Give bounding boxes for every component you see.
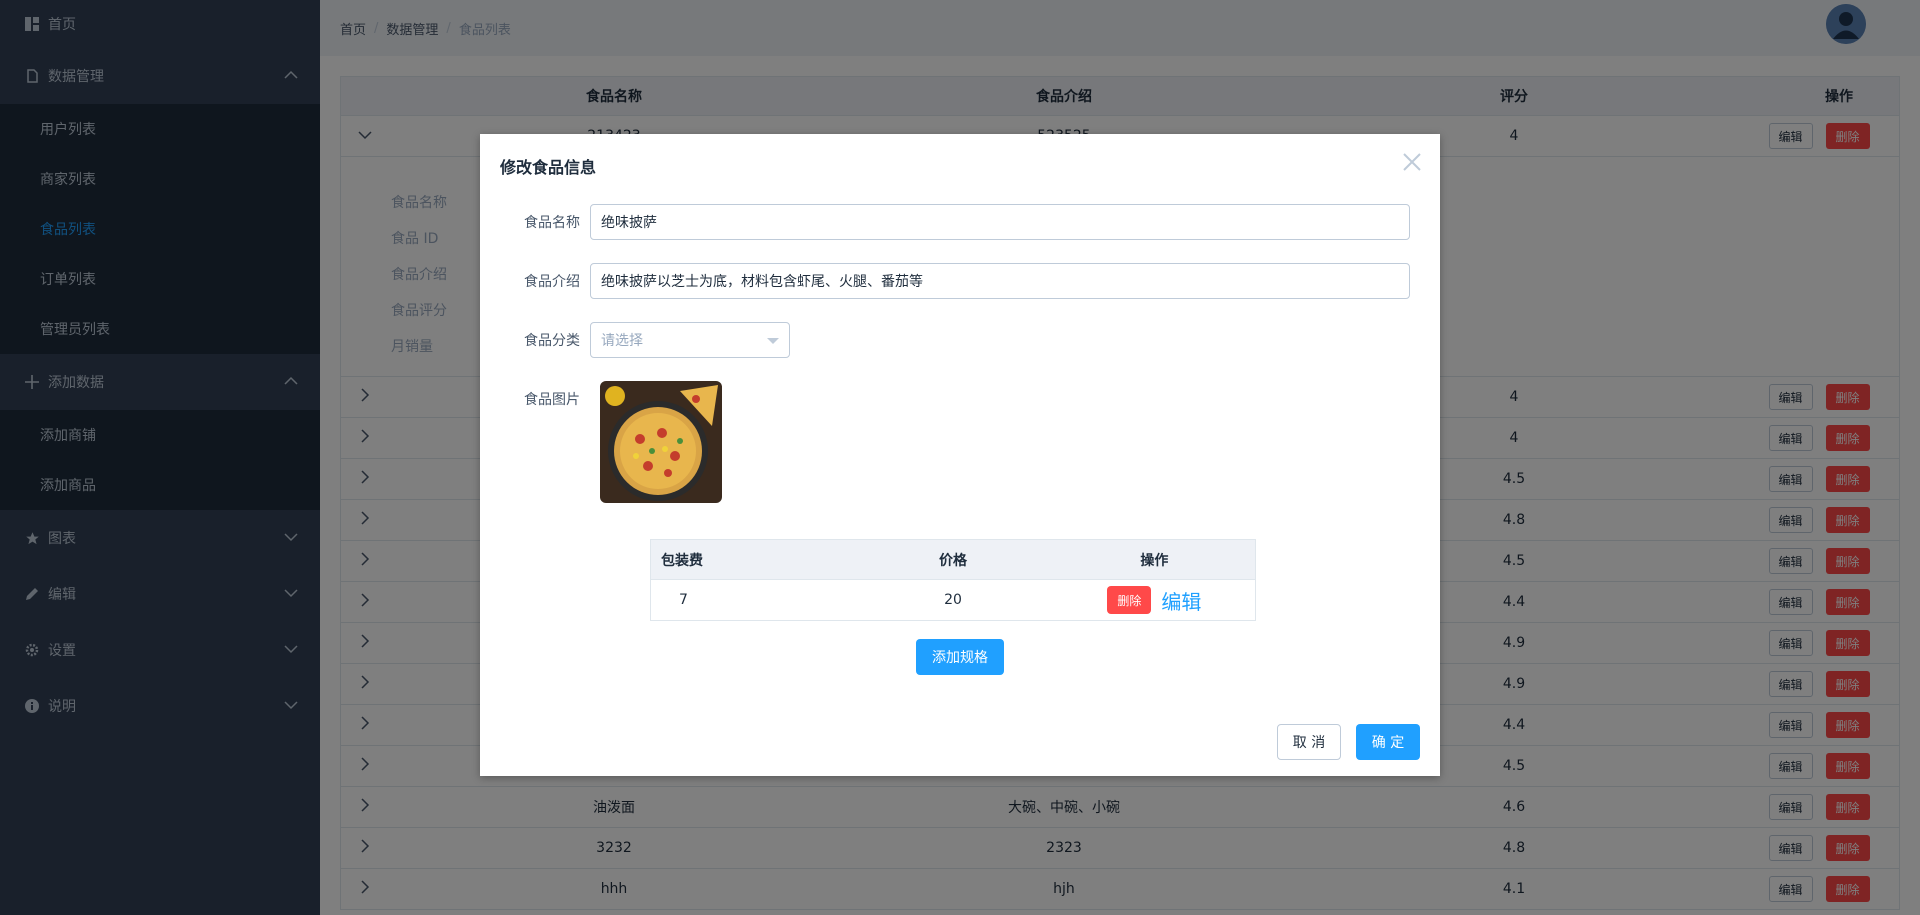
- spec-header-op: 操作: [1140, 552, 1169, 569]
- form-row-name: 食品名称 绝味披萨: [480, 204, 1410, 240]
- food-category-select[interactable]: 请选择: [590, 322, 790, 358]
- spec-price: 20: [944, 592, 962, 608]
- confirm-button[interactable]: 确 定: [1356, 724, 1420, 760]
- add-spec-button[interactable]: 添加规格: [916, 639, 1004, 675]
- cancel-button[interactable]: 取 消: [1277, 724, 1341, 760]
- pizza-image: [600, 381, 722, 503]
- caret-down-icon: [767, 338, 779, 344]
- food-image-uploader[interactable]: [600, 381, 722, 503]
- food-desc-label: 食品介绍: [524, 274, 580, 290]
- form-row-desc: 食品介绍 绝味披萨以芝士为底，材料包含虾尾、火腿、番茄等: [480, 263, 1410, 299]
- spec-table-header: 包装费 价格 操作: [651, 540, 1255, 580]
- spec-pack-fee: 7: [679, 592, 688, 608]
- spec-table: 包装费 价格 操作 7 20 删除 编辑: [650, 539, 1256, 621]
- close-icon[interactable]: [1402, 152, 1422, 172]
- dialog-title: 修改食品信息: [500, 158, 597, 177]
- food-category-placeholder: 请选择: [601, 333, 643, 349]
- food-desc-input[interactable]: 绝味披萨以芝士为底，材料包含虾尾、火腿、番茄等: [590, 263, 1410, 299]
- spec-operations: 删除 编辑: [1054, 586, 1255, 615]
- food-image-label: 食品图片: [524, 392, 580, 408]
- form-row-category: 食品分类 请选择: [480, 322, 790, 358]
- spec-header-price: 价格: [939, 552, 968, 569]
- spec-delete-button[interactable]: 删除: [1107, 586, 1152, 614]
- food-name-label: 食品名称: [524, 215, 580, 231]
- food-name-input[interactable]: 绝味披萨: [590, 204, 1410, 240]
- food-category-label: 食品分类: [524, 333, 580, 349]
- edit-food-dialog: 修改食品信息 食品名称 绝味披萨 食品介绍 绝味披萨以芝士为底，材料包含虾尾、火…: [480, 134, 1440, 776]
- spec-header-pack: 包装费: [661, 552, 703, 569]
- spec-edit-link[interactable]: 编辑: [1161, 586, 1201, 615]
- form-row-image: 食品图片: [480, 389, 590, 409]
- spec-row: 7 20 删除 编辑: [651, 580, 1255, 620]
